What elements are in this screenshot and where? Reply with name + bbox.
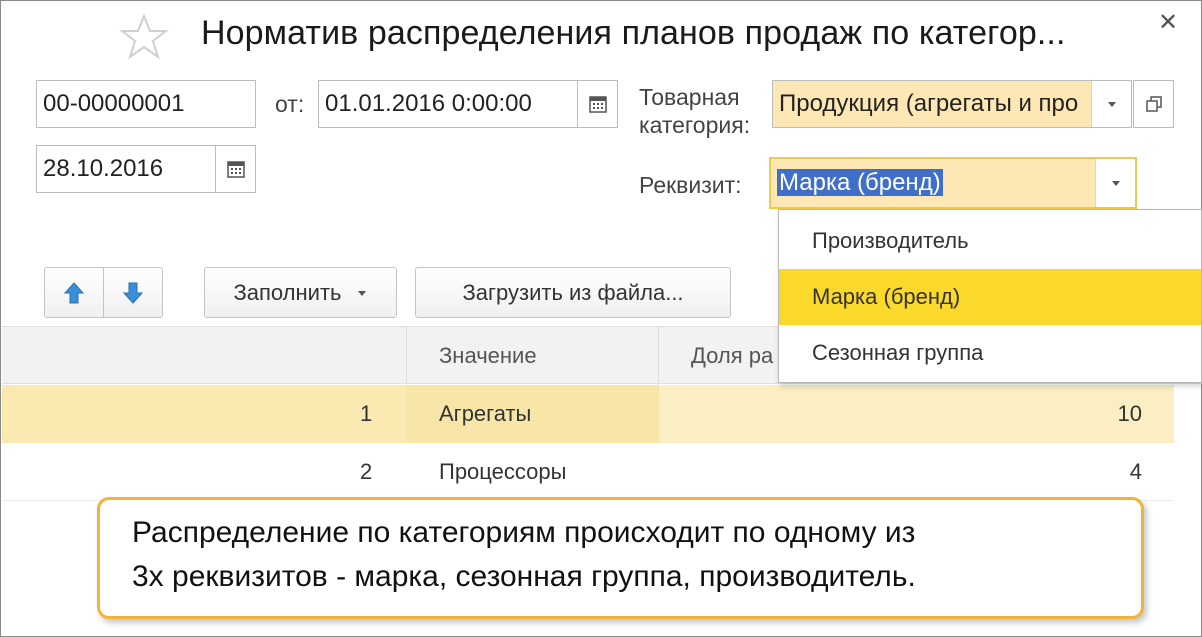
category-select[interactable]: Продукция (агрегаты и про: [772, 80, 1132, 128]
arrow-down-icon: [122, 282, 144, 304]
date-prefix-label: от:: [275, 91, 305, 117]
annotation-callout: Распределение по категориям происходит п…: [97, 497, 1144, 619]
category-label: Товарная категория:: [639, 83, 750, 139]
document-number-value: 00-00000001: [43, 90, 185, 117]
callout-line-2: 3х реквизитов - марка, сезонная группа, …: [132, 560, 916, 593]
column-divider: [406, 327, 407, 385]
callout-line-1: Распределение по категориям происходит п…: [132, 516, 916, 549]
fill-button[interactable]: Заполнить: [204, 267, 397, 318]
table-row[interactable]: 2 Процессоры 4: [2, 443, 1174, 501]
row-number: 2: [360, 459, 373, 484]
load-from-file-button[interactable]: Загрузить из файла...: [415, 267, 731, 318]
column-header-value[interactable]: Значение: [439, 343, 537, 369]
row-number-cell-bg: [2, 385, 406, 443]
document-datetime-value: 01.01.2016 0:00:00: [325, 90, 532, 117]
fill-button-label: Заполнить: [233, 279, 342, 305]
attribute-dropdown-list: Производитель Марка (бренд) Сезонная гру…: [778, 209, 1202, 383]
category-select-value: Продукция (агрегаты и про: [779, 90, 1079, 117]
table-row[interactable]: 1 Агрегаты 10: [2, 385, 1174, 443]
window-title: Норматив распределения планов продаж по …: [201, 14, 1066, 52]
period-date-value: 28.10.2016: [43, 155, 164, 182]
favorite-star-icon[interactable]: [119, 13, 169, 61]
dropdown-item-brand[interactable]: Марка (бренд): [779, 269, 1201, 325]
row-share: 10: [1117, 401, 1142, 426]
move-down-button[interactable]: [103, 267, 163, 318]
row-share: 4: [1129, 459, 1142, 484]
row-value: Агрегаты: [439, 401, 532, 426]
chevron-down-icon[interactable]: [1091, 81, 1131, 127]
attribute-select[interactable]: Марка (бренд): [769, 157, 1137, 209]
attribute-select-value: Марка (бренд): [777, 169, 943, 196]
load-from-file-label: Загрузить из файла...: [462, 279, 684, 305]
close-icon[interactable]: ✕: [1158, 11, 1178, 35]
calendar-icon[interactable]: [215, 146, 255, 192]
column-divider: [658, 327, 659, 385]
chevron-down-icon: [357, 290, 366, 296]
document-number-field[interactable]: 00-00000001: [36, 80, 256, 128]
open-form-icon[interactable]: [1133, 80, 1174, 128]
move-up-button[interactable]: [44, 267, 104, 318]
arrow-up-icon: [63, 281, 85, 303]
column-header-share[interactable]: Доля ра: [691, 343, 773, 369]
dropdown-item-season-group[interactable]: Сезонная группа: [779, 325, 1201, 381]
attribute-select-value-wrap: Марка (бренд): [771, 169, 1095, 197]
form-window: Норматив распределения планов продаж по …: [0, 0, 1202, 637]
document-datetime-field[interactable]: 01.01.2016 0:00:00: [318, 80, 618, 128]
attribute-label: Реквизит:: [639, 172, 742, 198]
row-number: 1: [360, 401, 373, 426]
row-value: Процессоры: [439, 459, 567, 484]
calendar-icon[interactable]: [577, 81, 617, 127]
category-label-line1: Товарная: [639, 84, 740, 110]
chevron-down-icon[interactable]: [1095, 159, 1135, 207]
dropdown-item-manufacturer[interactable]: Производитель: [779, 213, 1201, 269]
period-date-field[interactable]: 28.10.2016: [36, 145, 256, 193]
category-label-line2: категория:: [639, 112, 751, 138]
